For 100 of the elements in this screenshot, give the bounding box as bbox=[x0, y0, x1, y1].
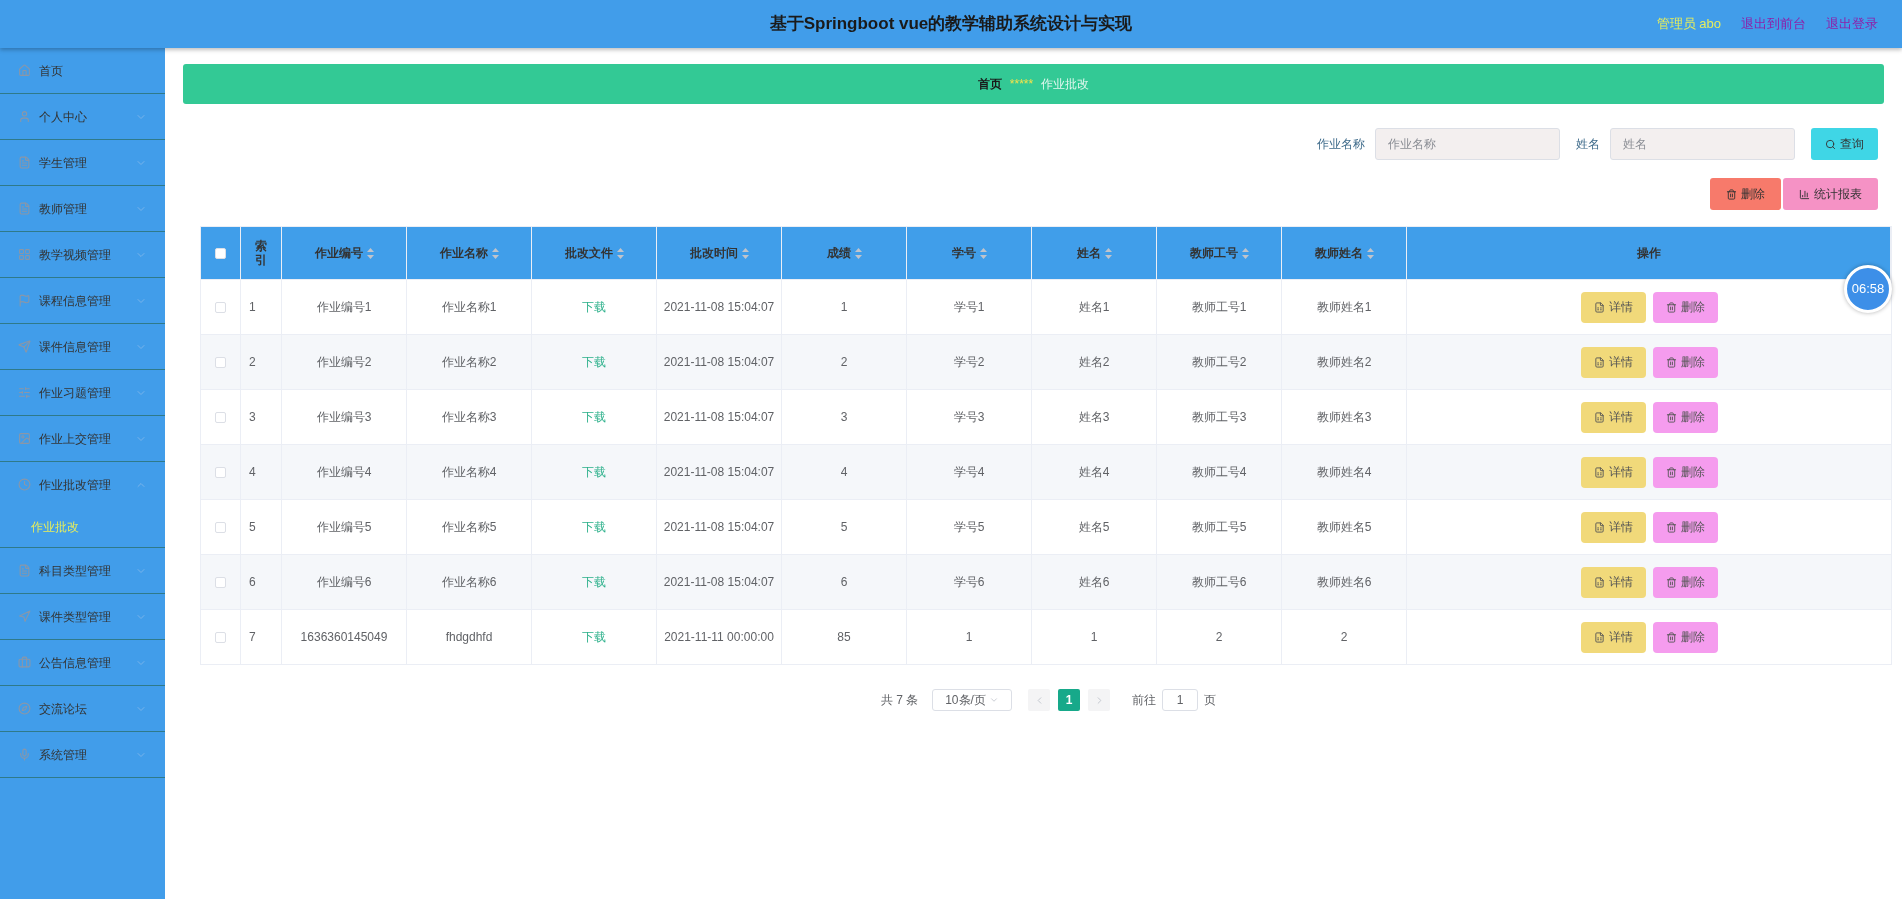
table-cell-text: 教师工号5 bbox=[1191, 519, 1247, 536]
table-cell-text: 学号2 bbox=[953, 354, 985, 371]
search-field[interactable]: 作业名称 bbox=[1375, 128, 1560, 160]
sidebar-item[interactable]: 首页 bbox=[0, 48, 165, 93]
grid-icon bbox=[18, 248, 31, 261]
delete-button[interactable]: 删除 bbox=[1652, 346, 1718, 378]
download-link[interactable]: 下载 bbox=[582, 298, 606, 316]
document-icon bbox=[1593, 576, 1605, 588]
details-button[interactable]: 详情 bbox=[1580, 566, 1646, 598]
search-button[interactable]: 查询 bbox=[1811, 128, 1878, 160]
table-cell-text: 作业名称4 bbox=[441, 464, 497, 481]
sort-icon[interactable] bbox=[1104, 247, 1112, 259]
details-button[interactable]: 详情 bbox=[1580, 511, 1646, 543]
details-button[interactable]: 详情 bbox=[1580, 621, 1646, 653]
header-link[interactable]: 退出到前台 bbox=[1741, 14, 1806, 34]
table-cell-text: 2021-11-08 15:04:07 bbox=[663, 574, 775, 591]
sort-icon[interactable] bbox=[616, 247, 624, 259]
sort-icon[interactable] bbox=[854, 247, 862, 259]
table-cell-text: 作业编号6 bbox=[316, 574, 372, 591]
sort-icon[interactable] bbox=[741, 247, 749, 259]
delete-button[interactable]: 删除 bbox=[1652, 401, 1718, 433]
details-button[interactable]: 详情 bbox=[1580, 291, 1646, 323]
sidebar-item[interactable]: 教师管理 bbox=[0, 186, 165, 231]
sort-icon[interactable] bbox=[491, 247, 499, 259]
table-cell-text: 姓名2 bbox=[1078, 354, 1110, 371]
delete-button[interactable]: 删除 bbox=[1652, 621, 1718, 653]
flag-icon bbox=[18, 294, 31, 307]
home-icon bbox=[18, 64, 31, 77]
sidebar-item[interactable]: 课件信息管理 bbox=[0, 324, 165, 369]
download-link[interactable]: 下载 bbox=[582, 573, 606, 591]
page-button[interactable]: 1 bbox=[1058, 689, 1081, 711]
checkbox[interactable] bbox=[215, 301, 226, 313]
checkbox[interactable] bbox=[215, 356, 226, 368]
sidebar-item[interactable]: 教学视频管理 bbox=[0, 232, 165, 277]
download-link[interactable]: 下载 bbox=[582, 408, 606, 426]
table-cell-text: 教师工号2 bbox=[1191, 354, 1247, 371]
delete-button[interactable]: 删除 bbox=[1652, 291, 1718, 323]
next-page-button[interactable] bbox=[1088, 689, 1111, 711]
table-cell-text: 作业编号4 bbox=[316, 464, 372, 481]
download-link[interactable]: 下载 bbox=[582, 463, 606, 481]
table-cell-text: 作业编号1 bbox=[316, 299, 372, 316]
table-cell-text: 6 bbox=[840, 574, 848, 591]
sidebar-item[interactable]: 课件类型管理 bbox=[0, 594, 165, 639]
table-cell-text: 3 bbox=[840, 409, 848, 426]
trash-icon bbox=[1665, 631, 1677, 643]
checkbox[interactable] bbox=[215, 466, 226, 478]
table-cell-text: 1 bbox=[965, 629, 973, 646]
previous-page-button[interactable] bbox=[1028, 689, 1051, 711]
details-button[interactable]: 详情 bbox=[1580, 401, 1646, 433]
delete-button[interactable]: 删除 bbox=[1652, 456, 1718, 488]
page-size-select[interactable]: 10条/页 bbox=[932, 689, 1013, 711]
document-icon bbox=[1593, 466, 1605, 478]
details-button[interactable]: 详情 bbox=[1580, 456, 1646, 488]
details-button[interactable]: 详情 bbox=[1580, 346, 1646, 378]
delete-button[interactable]: 删除 bbox=[1710, 178, 1781, 210]
delete-button[interactable]: 删除 bbox=[1652, 511, 1718, 543]
table-cell-text: 4 bbox=[249, 464, 256, 481]
download-link[interactable]: 下载 bbox=[582, 518, 606, 536]
page-input[interactable]: 1 bbox=[1162, 689, 1199, 711]
sidebar-item[interactable]: 公告信息管理 bbox=[0, 640, 165, 685]
checkbox[interactable] bbox=[215, 521, 226, 533]
sidebar-item[interactable]: 课程信息管理 bbox=[0, 278, 165, 323]
sidebar-item[interactable]: 科目类型管理 bbox=[0, 548, 165, 593]
sidebar-item[interactable]: 作业习题管理 bbox=[0, 370, 165, 415]
table-cell-text: 85 bbox=[837, 629, 851, 646]
trash-icon bbox=[1665, 301, 1677, 313]
sort-icon[interactable] bbox=[979, 247, 987, 259]
sort-icon[interactable] bbox=[366, 247, 374, 259]
sort-icon[interactable] bbox=[1366, 247, 1374, 259]
sidebar-item[interactable]: 系统管理 bbox=[0, 732, 165, 777]
report-button[interactable]: 统计报表 bbox=[1783, 178, 1878, 210]
document-icon bbox=[1593, 521, 1605, 533]
sidebar-item[interactable]: 作业批改管理 bbox=[0, 462, 165, 507]
table-cell-text: 姓名5 bbox=[1078, 519, 1110, 536]
table-cell-text: 作业名称1 bbox=[441, 299, 497, 316]
table-cell-text: 教师工号6 bbox=[1191, 574, 1247, 591]
table-cell-text: 5 bbox=[249, 519, 256, 536]
sidebar-item[interactable]: 个人中心 bbox=[0, 94, 165, 139]
delete-button[interactable]: 删除 bbox=[1652, 566, 1718, 598]
table-cell-text: 5 bbox=[840, 519, 848, 536]
download-link[interactable]: 下载 bbox=[582, 628, 606, 646]
bar-chart-icon bbox=[1799, 188, 1810, 200]
trash-icon bbox=[1726, 188, 1737, 200]
sidebar-item[interactable]: 学生管理 bbox=[0, 140, 165, 185]
sort-icon[interactable] bbox=[1241, 247, 1249, 259]
sidebar-item[interactable]: 交流论坛 bbox=[0, 686, 165, 731]
breadcrumb-item[interactable]: 首页 bbox=[977, 75, 1002, 93]
table-cell-text: 作业名称2 bbox=[441, 354, 497, 371]
table-cell-text: 姓名6 bbox=[1078, 574, 1110, 591]
checkbox[interactable] bbox=[215, 247, 226, 259]
checkbox[interactable] bbox=[215, 576, 226, 588]
submenu-item[interactable]: 作业批改 bbox=[0, 507, 165, 547]
checkbox[interactable] bbox=[215, 631, 226, 643]
header-link[interactable]: 退出登录 bbox=[1826, 14, 1878, 34]
table-cell-text: 教师姓名1 bbox=[1316, 299, 1372, 316]
checkbox[interactable] bbox=[215, 411, 226, 423]
clock-icon bbox=[18, 478, 31, 491]
sidebar-item[interactable]: 作业上交管理 bbox=[0, 416, 165, 461]
download-link[interactable]: 下载 bbox=[582, 353, 606, 371]
search-field[interactable]: 姓名 bbox=[1610, 128, 1795, 160]
